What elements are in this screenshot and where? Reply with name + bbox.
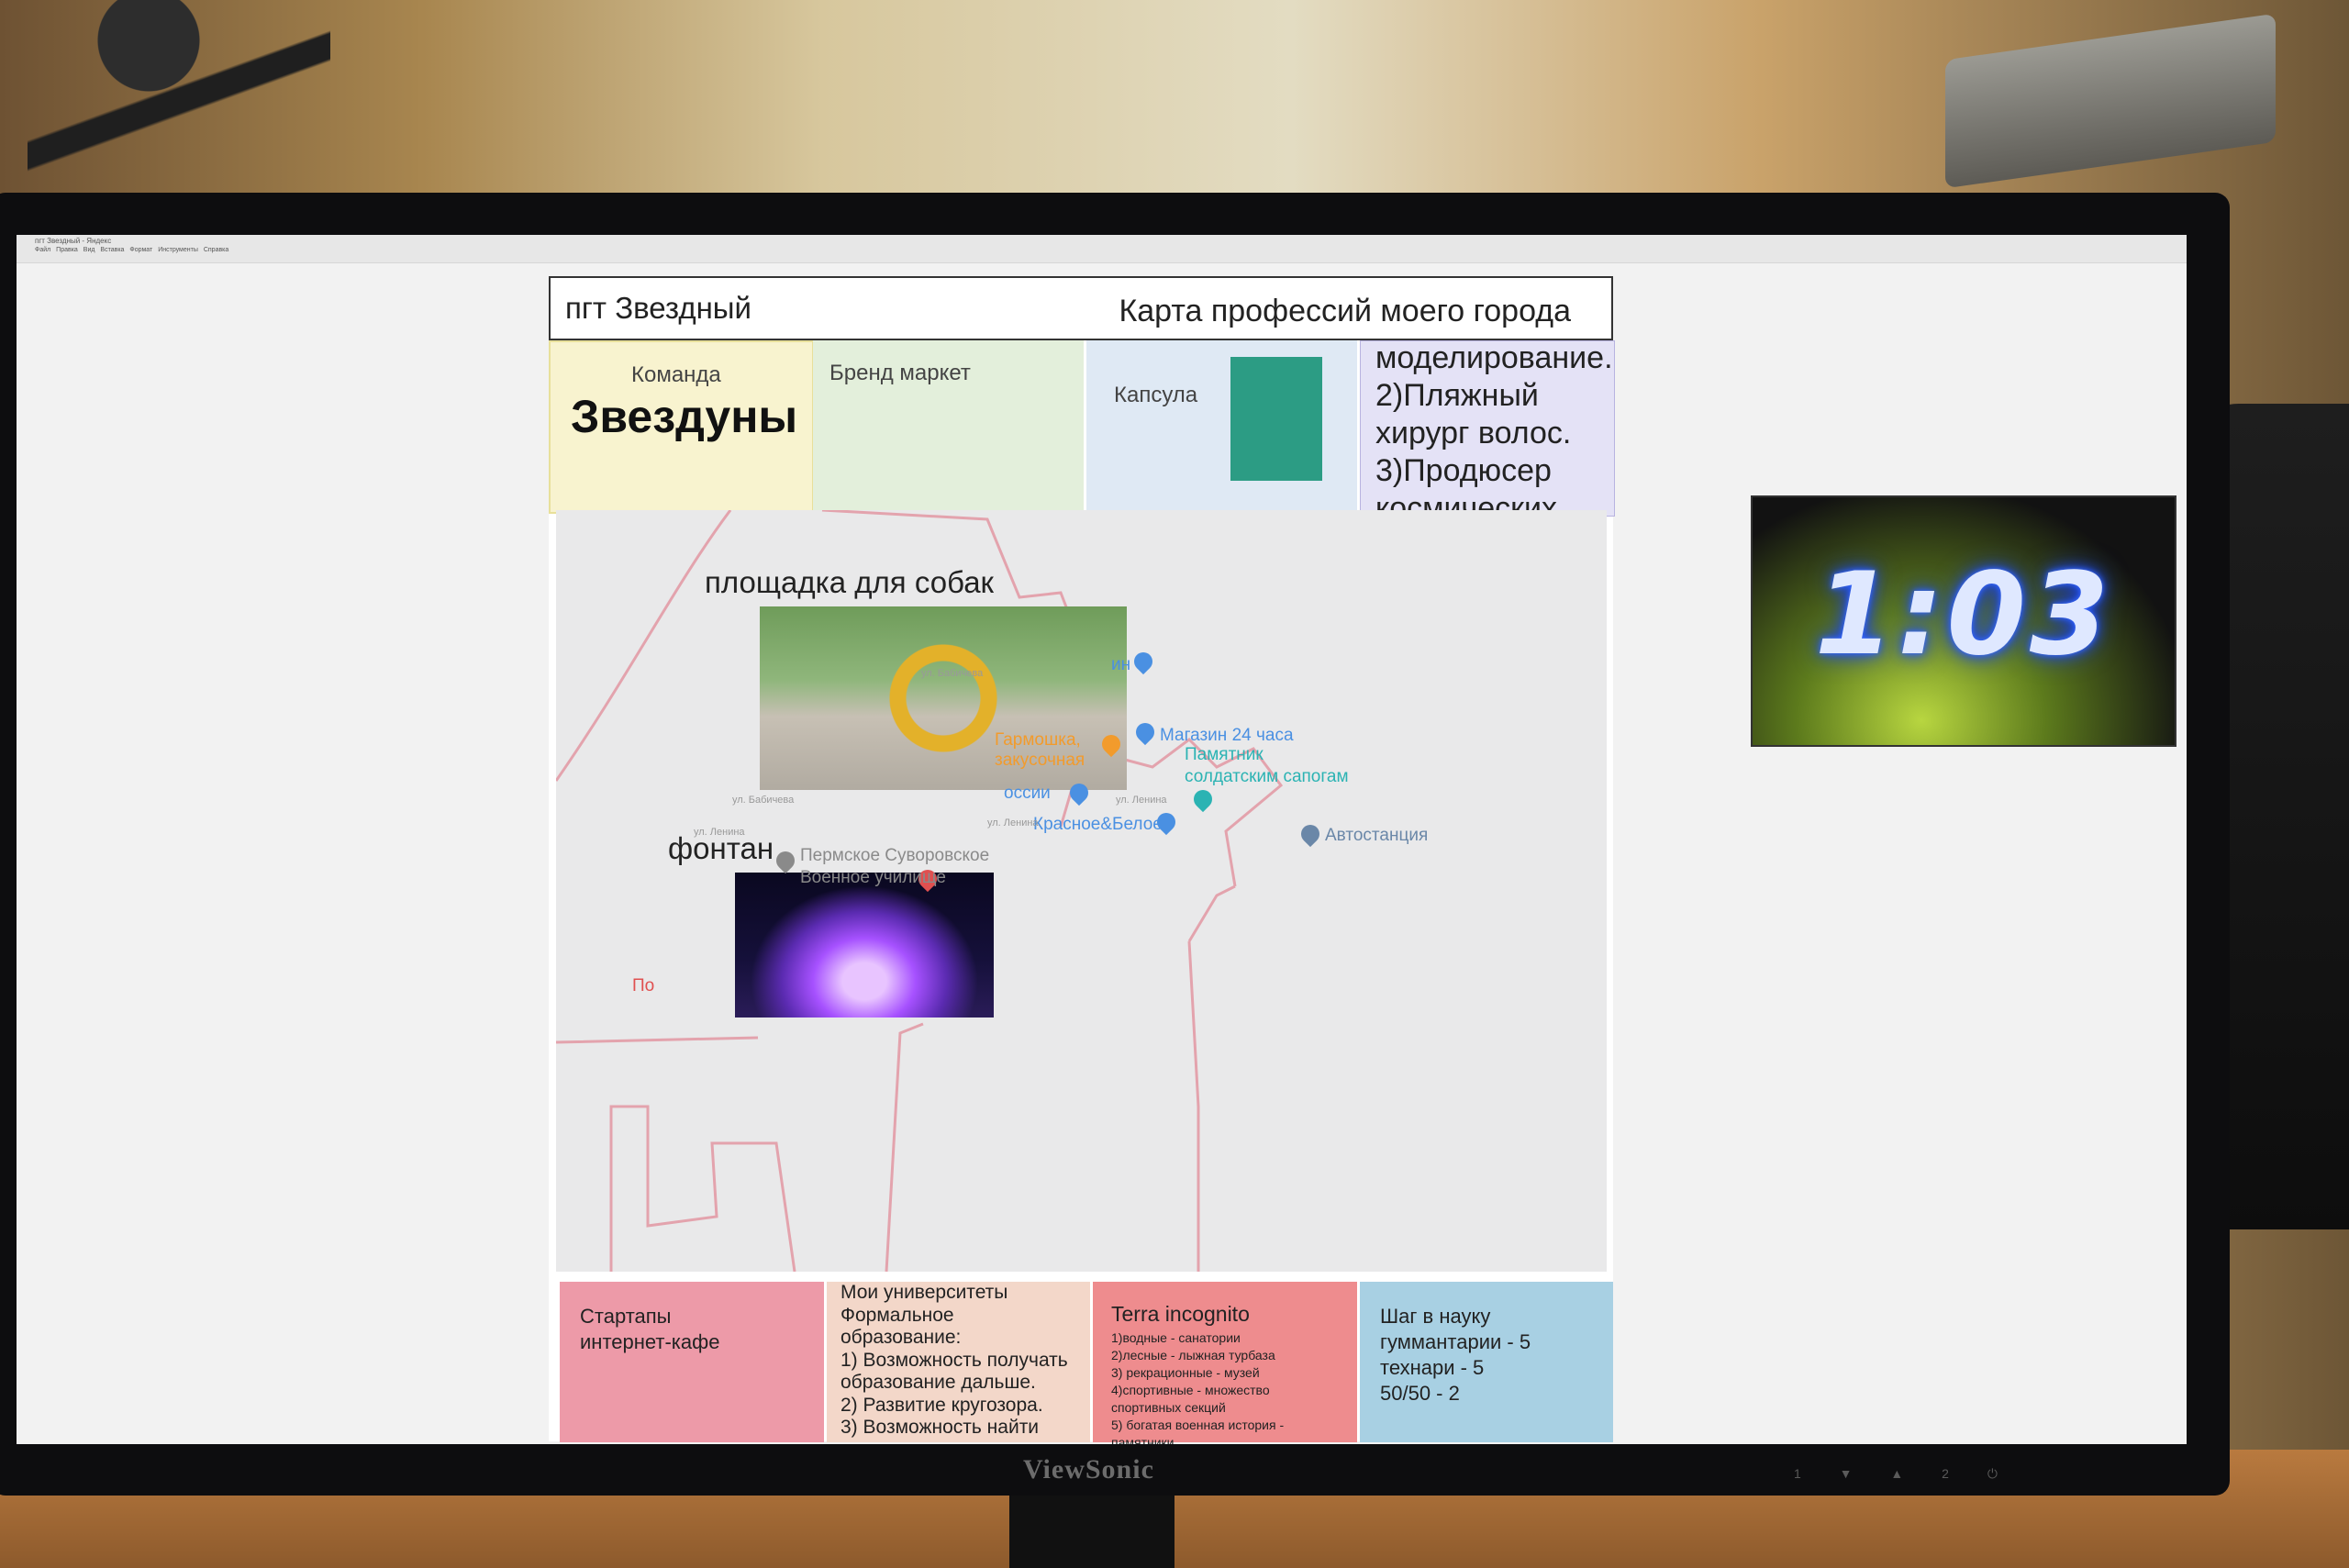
startups-card: Стартапы интернет-кафе bbox=[560, 1282, 824, 1442]
place-label: Гармошка, закусочная bbox=[995, 730, 1085, 770]
countdown-timer: 1:03 bbox=[1751, 495, 2176, 747]
place-label: Магазин 24 часа bbox=[1160, 726, 1294, 745]
place-label: ин bbox=[1111, 655, 1131, 674]
capsule-label: Капсула bbox=[1114, 383, 1198, 407]
place-label: Пермское Суворовское Военное училище bbox=[800, 846, 990, 887]
terra-text: 1)водные - санатории 2)лесные - лыжная т… bbox=[1111, 1330, 1285, 1444]
monitor-brand: ViewSonic bbox=[1023, 1454, 1154, 1485]
street-label: ул. Ленина bbox=[694, 827, 745, 838]
team-card: Команда Звездуны bbox=[549, 340, 814, 514]
capsule-card: Капсула bbox=[1086, 340, 1357, 510]
camera-tripod bbox=[28, 0, 330, 202]
slide-header: пгт Звездный Карта профессий моего город… bbox=[549, 276, 1613, 340]
street-label: ул. Бабичева bbox=[921, 668, 984, 679]
brand-label: Бренд маркет bbox=[829, 361, 971, 385]
fountain-photo bbox=[735, 873, 994, 1018]
universities-card: Мои университеты Формальное образование:… bbox=[827, 1282, 1090, 1444]
street-label: ул. Ленина bbox=[1116, 795, 1167, 806]
menu-item-insert[interactable]: Вставка bbox=[100, 247, 124, 253]
menu[interactable]: Файл Правка Вид Вставка Формат Инструмен… bbox=[35, 247, 228, 253]
team-label: Команда bbox=[631, 362, 721, 387]
place-label: оссии bbox=[1004, 784, 1051, 803]
terra-title: Terra incognito bbox=[1111, 1302, 1250, 1326]
menu-item-file[interactable]: Файл bbox=[35, 247, 50, 253]
street-label: ул. Ленина bbox=[987, 817, 1039, 828]
capsule-swatch bbox=[1230, 357, 1322, 481]
science-text: Шаг в науку гуммантарии - 5 технари - 5 … bbox=[1380, 1305, 1531, 1405]
town-name: пгт Звездный bbox=[565, 291, 751, 325]
window-title: пгт Звездный - Яндекс bbox=[35, 237, 112, 245]
slide: пгт Звездный Карта профессий моего город… bbox=[549, 276, 1615, 1444]
professions-card: моделирование. 2)Пляжный хирург волос. 3… bbox=[1360, 340, 1615, 563]
place-label: Памятник солдатским сапогам bbox=[1185, 745, 1349, 786]
menu-item-tools[interactable]: Инструменты bbox=[158, 247, 198, 253]
dog-park-caption: площадка для собак bbox=[705, 565, 994, 599]
timer-value: 1:03 bbox=[1814, 549, 2113, 681]
team-name: Звездуны bbox=[571, 391, 798, 442]
brand-card: Бренд маркет bbox=[813, 340, 1084, 510]
place-label: Красное&Белое bbox=[1033, 815, 1163, 834]
science-card: Шаг в науку гуммантарии - 5 технари - 5 … bbox=[1360, 1282, 1613, 1442]
menu-item-edit[interactable]: Правка bbox=[56, 247, 78, 253]
terra-card: Terra incognito 1)водные - санатории 2)л… bbox=[1093, 1282, 1357, 1444]
place-label: Автостанция bbox=[1325, 826, 1429, 845]
menubar: пгт Звездный - Яндекс Файл Правка Вид Вс… bbox=[17, 235, 2187, 263]
town-map[interactable]: площадка для собак фонтан По ин Магазин … bbox=[556, 510, 1607, 1272]
startups-text: Стартапы интернет-кафе bbox=[580, 1305, 720, 1353]
street-label: ул. Бабичева bbox=[732, 795, 795, 806]
menu-item-help[interactable]: Справка bbox=[204, 247, 228, 253]
screen: пгт Звездный - Яндекс Файл Правка Вид Вс… bbox=[17, 235, 2187, 1444]
slide-title: Карта профессий моего города bbox=[1119, 294, 1571, 328]
place-label: По bbox=[632, 976, 655, 995]
menu-item-view[interactable]: Вид bbox=[83, 247, 95, 253]
monitor-buttons[interactable]: 1 ▼ ▲ 2 ⏻ bbox=[1794, 1466, 1998, 1482]
monitor-stand bbox=[1009, 1496, 1174, 1568]
projector bbox=[1945, 13, 2276, 189]
menu-item-format[interactable]: Формат bbox=[129, 247, 152, 253]
universities-text: Мои университеты Формальное образование:… bbox=[841, 1282, 1068, 1444]
